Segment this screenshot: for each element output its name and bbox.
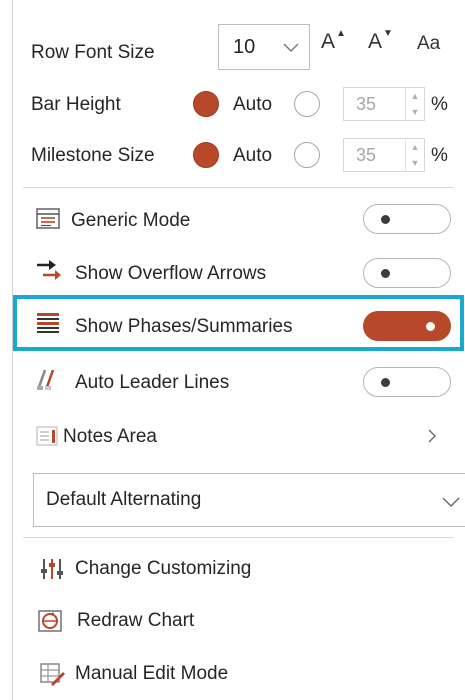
row-style-value: Default Alternating bbox=[46, 489, 202, 510]
bar-height-label: Bar Height bbox=[31, 94, 121, 115]
increase-font-icon: A bbox=[321, 30, 336, 53]
font-size-select[interactable]: 10 bbox=[218, 24, 310, 70]
redraw-chart-button[interactable]: Redraw Chart bbox=[23, 602, 463, 642]
milestone-size-unit: % bbox=[431, 145, 448, 166]
manual-edit-mode-label: Manual Edit Mode bbox=[75, 663, 229, 684]
milestone-size-value: 35 bbox=[356, 144, 377, 165]
divider bbox=[23, 537, 454, 538]
chevron-down-icon bbox=[442, 497, 460, 507]
overflow-arrows-icon bbox=[37, 260, 61, 280]
bar-height-custom-radio[interactable] bbox=[294, 91, 320, 117]
manual-edit-icon bbox=[40, 663, 65, 686]
spin-down-icon[interactable]: ▼ bbox=[406, 155, 424, 171]
milestone-size-auto-label: Auto bbox=[233, 145, 273, 166]
bar-height-unit: % bbox=[431, 94, 448, 115]
generic-mode-toggle[interactable] bbox=[363, 204, 451, 234]
change-customizing-label: Change Customizing bbox=[75, 558, 252, 579]
notes-area-icon bbox=[36, 426, 58, 446]
change-customizing-button[interactable]: Change Customizing bbox=[23, 550, 463, 590]
font-size-value: 10 bbox=[233, 35, 256, 58]
milestone-size-label: Milestone Size bbox=[31, 145, 155, 166]
divider bbox=[23, 187, 454, 188]
chevron-right-icon bbox=[428, 429, 436, 443]
generic-mode-label: Generic Mode bbox=[71, 210, 191, 231]
notes-area-label: Notes Area bbox=[63, 426, 157, 447]
manual-edit-mode-button[interactable]: Manual Edit Mode bbox=[23, 655, 463, 695]
milestone-size-auto-radio[interactable] bbox=[193, 142, 219, 168]
leader-lines-label: Auto Leader Lines bbox=[75, 372, 230, 393]
change-case-button[interactable]: Aa bbox=[417, 33, 440, 55]
decrease-font-icon: A bbox=[368, 30, 383, 53]
leader-lines-toggle[interactable] bbox=[363, 367, 451, 397]
overflow-arrows-label: Show Overflow Arrows bbox=[75, 263, 267, 284]
phases-summaries-icon bbox=[37, 313, 59, 333]
decrease-font-button[interactable]: A▼ bbox=[368, 28, 393, 54]
notes-area-row[interactable]: Notes Area bbox=[13, 412, 465, 460]
spin-up-icon[interactable]: ▲ bbox=[406, 88, 424, 104]
redraw-icon bbox=[38, 610, 62, 632]
overflow-arrows-toggle[interactable] bbox=[363, 258, 451, 288]
milestone-size-custom-radio[interactable] bbox=[294, 142, 320, 168]
bar-height-spinner[interactable]: 35 ▲ ▼ bbox=[343, 87, 425, 121]
generic-mode-icon bbox=[36, 208, 60, 229]
milestone-size-spinner[interactable]: 35 ▲ ▼ bbox=[343, 138, 425, 172]
bar-height-auto-label: Auto bbox=[233, 94, 273, 115]
leader-lines-icon bbox=[37, 369, 55, 390]
change-case-icon: Aa bbox=[417, 33, 441, 54]
redraw-chart-label: Redraw Chart bbox=[77, 610, 195, 631]
settings-panel: Row Font Size 10 A▲ A▼ Aa Bar Height Aut… bbox=[12, 0, 465, 700]
customize-icon bbox=[41, 559, 63, 579]
row-font-size-label: Row Font Size bbox=[31, 42, 155, 63]
bar-height-value: 35 bbox=[356, 93, 377, 114]
row-style-dropdown[interactable]: Default Alternating bbox=[33, 473, 465, 527]
bar-height-auto-radio[interactable] bbox=[193, 91, 219, 117]
spin-down-icon[interactable]: ▼ bbox=[406, 104, 424, 120]
increase-font-button[interactable]: A▲ bbox=[321, 28, 346, 54]
chevron-down-icon bbox=[283, 43, 299, 52]
phases-summaries-label: Show Phases/Summaries bbox=[75, 316, 293, 337]
spin-up-icon[interactable]: ▲ bbox=[406, 139, 424, 155]
phases-summaries-toggle[interactable] bbox=[363, 311, 451, 341]
